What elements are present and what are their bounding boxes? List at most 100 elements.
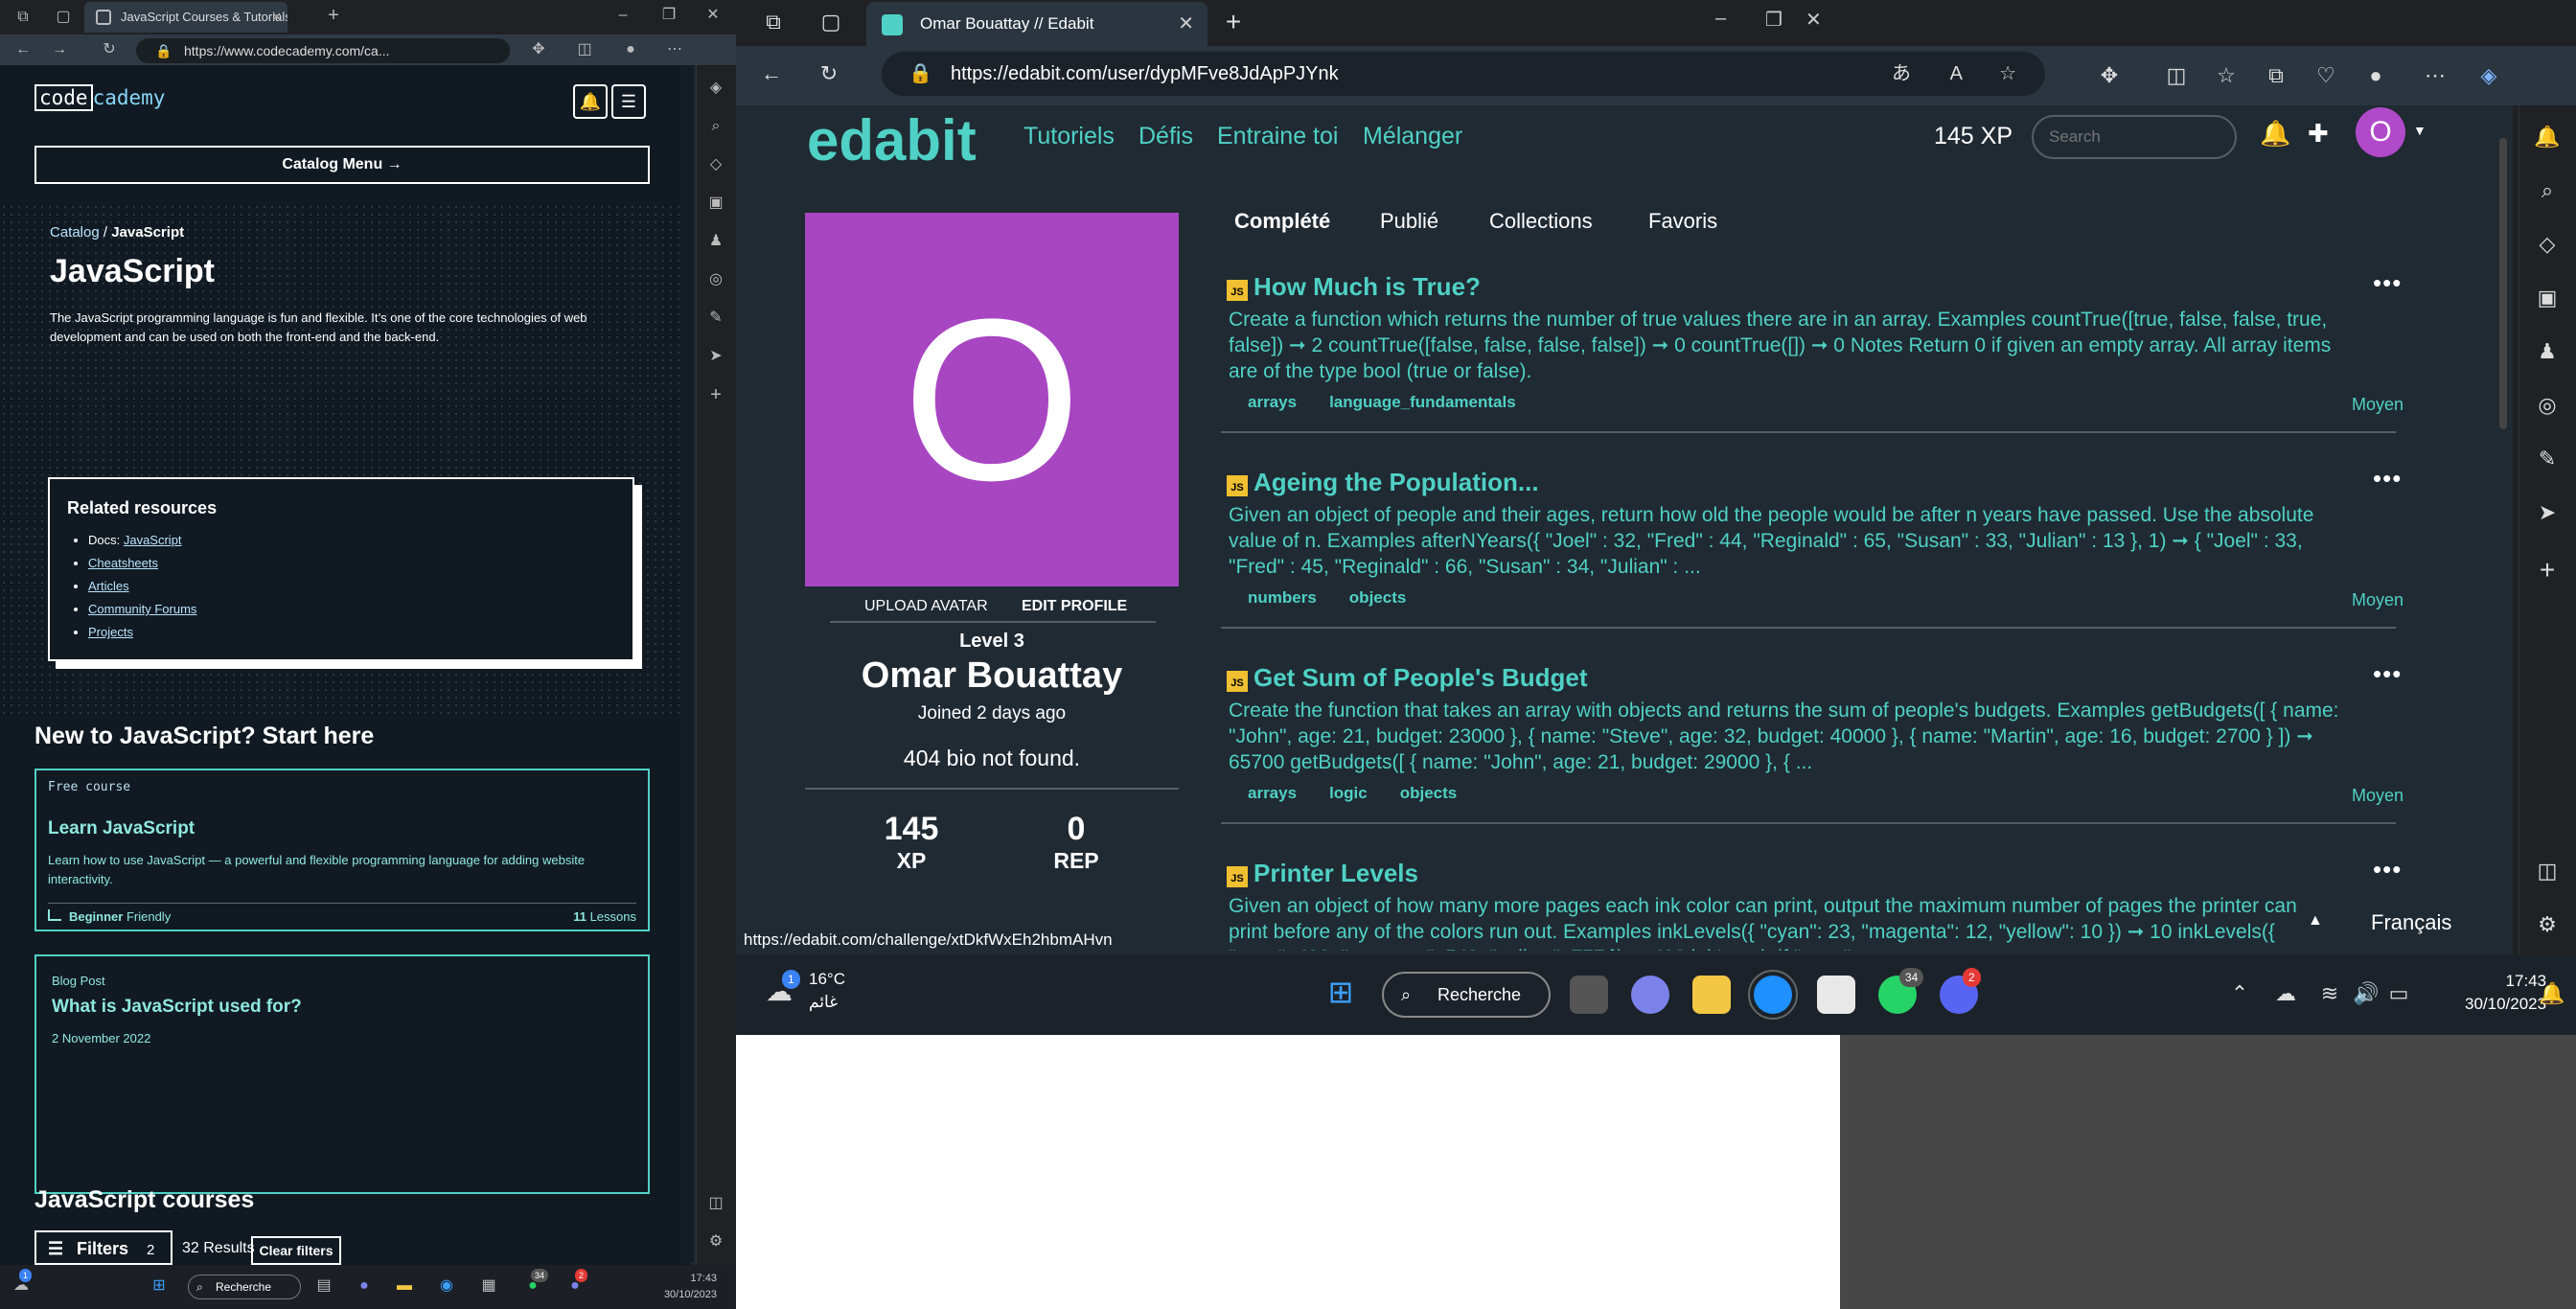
tab-collections[interactable]: Collections [1489, 209, 1593, 234]
workspaces-icon[interactable]: ⧉ [13, 8, 33, 27]
tag-icon[interactable]: ◇ [706, 155, 725, 174]
more-icon[interactable]: ⋯ [2421, 61, 2450, 90]
learn-javascript-card[interactable]: Free course Learn JavaScript Learn how t… [34, 769, 650, 931]
challenge-title[interactable]: Get Sum of People's Budget [1254, 663, 1588, 693]
settings-icon[interactable]: ⚙ [706, 1232, 725, 1252]
settings-icon[interactable]: ⚙ [2533, 910, 2562, 939]
copilot-icon[interactable]: ◈ [2474, 61, 2503, 90]
teams-icon[interactable]: ● [355, 1276, 374, 1296]
right-scrollbar[interactable] [2494, 105, 2513, 954]
design-icon[interactable]: ✎ [2533, 445, 2562, 473]
toolbox-icon[interactable]: ▣ [2533, 284, 2562, 312]
close-tab-icon[interactable]: ✕ [271, 2, 282, 33]
design-icon[interactable]: ✎ [706, 309, 725, 328]
store-icon[interactable]: ▦ [479, 1276, 498, 1296]
tag[interactable]: objects [1400, 784, 1458, 802]
weather-widget[interactable]: 16°C غائم [809, 968, 845, 1014]
tab-edabit[interactable]: Omar Bouattay // Edabit ✕ [866, 2, 1208, 46]
store-icon[interactable] [1817, 976, 1855, 1014]
profile-icon[interactable]: ● [621, 40, 640, 59]
office-icon[interactable]: ◎ [706, 270, 725, 289]
send-icon[interactable]: ➤ [706, 347, 725, 366]
more-options-icon[interactable]: ••• [2373, 268, 2402, 298]
avatar[interactable]: O [2356, 107, 2405, 157]
tag-icon[interactable]: ◇ [2533, 230, 2562, 259]
split-screen-icon[interactable]: ◫ [575, 40, 594, 59]
back-icon[interactable]: ← [757, 59, 786, 88]
chevron-up-icon[interactable]: ▲ [2308, 912, 2323, 930]
scrollbar-thumb[interactable] [2499, 138, 2507, 429]
extensions-icon[interactable]: ✥ [529, 40, 548, 59]
office-icon[interactable]: ◎ [2533, 391, 2562, 420]
tab-actions-icon[interactable]: ▢ [816, 8, 845, 36]
send-icon[interactable]: ➤ [2533, 498, 2562, 527]
challenge-title[interactable]: Printer Levels [1254, 859, 1418, 888]
favorites-icon[interactable]: ☆ [2212, 61, 2241, 90]
maximize-icon[interactable]: ❐ [1765, 8, 1782, 32]
nav-challenges[interactable]: Défis [1138, 123, 1193, 150]
health-icon[interactable]: ♡ [2312, 61, 2340, 90]
folder-icon[interactable] [1692, 976, 1731, 1014]
card-title[interactable]: What is JavaScript used for? [52, 997, 302, 1018]
left-url-field[interactable]: 🔒 https://www.codecademy.com/ca... [136, 38, 510, 63]
games-icon[interactable]: ♟ [2533, 337, 2562, 366]
close-tab-icon[interactable]: ✕ [1178, 2, 1194, 46]
tag[interactable]: language_fundamentals [1329, 393, 1516, 411]
translate-icon[interactable]: あ [1892, 52, 1911, 96]
chevron-down-icon[interactable]: ▼ [2413, 123, 2426, 138]
clear-filters-button[interactable]: Clear filters [251, 1236, 341, 1265]
hamburger-menu-icon[interactable]: ☰ [611, 84, 646, 119]
more-options-icon[interactable]: ••• [2373, 659, 2402, 689]
language-selector[interactable]: Français [2371, 910, 2451, 935]
tab-completed[interactable]: Complété [1234, 209, 1330, 234]
notification-center-icon[interactable]: 🔔 [2538, 979, 2566, 1008]
challenge-title[interactable]: Ageing the Population... [1254, 468, 1539, 497]
more-options-icon[interactable]: ••• [2373, 464, 2402, 494]
tag[interactable]: arrays [1248, 393, 1297, 411]
task-view-icon[interactable]: ▤ [314, 1276, 334, 1296]
right-url-field[interactable]: 🔒 https://edabit.com/user/dypMFve8JdApPJ… [882, 52, 2045, 96]
refresh-icon[interactable]: ↻ [815, 59, 843, 88]
toolbox-icon[interactable]: ▣ [706, 194, 725, 213]
workspaces-icon[interactable]: ⧉ [759, 8, 788, 36]
taskbar-search[interactable]: ⌕ Recherche [1382, 972, 1551, 1018]
cloud-icon[interactable]: ☁ [2271, 979, 2300, 1008]
tag[interactable]: numbers [1248, 588, 1317, 607]
start-icon[interactable]: ⊞ [1326, 976, 1355, 1007]
wifi-icon[interactable]: ≋ [2315, 979, 2344, 1008]
sidebar-toggle-icon[interactable]: ◫ [706, 1194, 725, 1213]
volume-icon[interactable]: 🔊 [2352, 979, 2380, 1008]
tab-codecademy[interactable]: JavaScript Courses & Tutorials | C ✕ [84, 2, 288, 33]
split-screen-icon[interactable]: ◫ [2162, 61, 2191, 90]
read-aloud-icon[interactable]: A [1950, 52, 1963, 96]
edge-icon[interactable]: ◉ [437, 1276, 456, 1296]
bell-icon[interactable]: 🔔 [2533, 123, 2562, 151]
upload-avatar-button[interactable]: UPLOAD AVATAR [864, 598, 988, 615]
minimize-icon[interactable]: – [1715, 8, 1726, 30]
catalog-menu-button[interactable]: Catalog Menu → [34, 146, 650, 184]
collections-icon[interactable]: ⧉ [2262, 61, 2290, 90]
minimize-icon[interactable]: – [613, 6, 632, 25]
related-link-projects[interactable]: Projects [88, 625, 133, 639]
add-sidebar-icon[interactable]: + [2533, 556, 2562, 585]
taskbar-clock[interactable]: 17:43 30/10/2023 [2465, 970, 2546, 1016]
tab-actions-icon[interactable]: ▢ [54, 8, 73, 27]
new-tab-icon[interactable]: + [1219, 8, 1248, 36]
filters-button[interactable]: ☰ Filters 2 [34, 1230, 172, 1265]
refresh-icon[interactable]: ↻ [100, 40, 119, 59]
favorite-star-icon[interactable]: ☆ [1999, 52, 2016, 96]
teams-icon[interactable] [1631, 976, 1669, 1014]
nav-shuffle[interactable]: Mélanger [1363, 123, 1462, 150]
task-view-icon[interactable] [1570, 976, 1608, 1014]
more-icon[interactable]: ⋯ [665, 40, 684, 59]
taskbar-search[interactable]: ⌕ Recherche [188, 1275, 301, 1299]
edabit-logo[interactable]: edabit [807, 107, 977, 173]
edge-icon[interactable] [1748, 970, 1798, 1020]
notifications-bell-icon[interactable]: 🔔 [2260, 119, 2290, 149]
games-icon[interactable]: ♟ [706, 232, 725, 251]
tag[interactable]: logic [1329, 784, 1368, 802]
left-scrollbar[interactable] [680, 65, 694, 1263]
battery-icon[interactable]: ▭ [2384, 979, 2413, 1008]
forward-icon[interactable]: → [50, 40, 69, 59]
search-icon[interactable]: ⌕ [2533, 176, 2562, 205]
